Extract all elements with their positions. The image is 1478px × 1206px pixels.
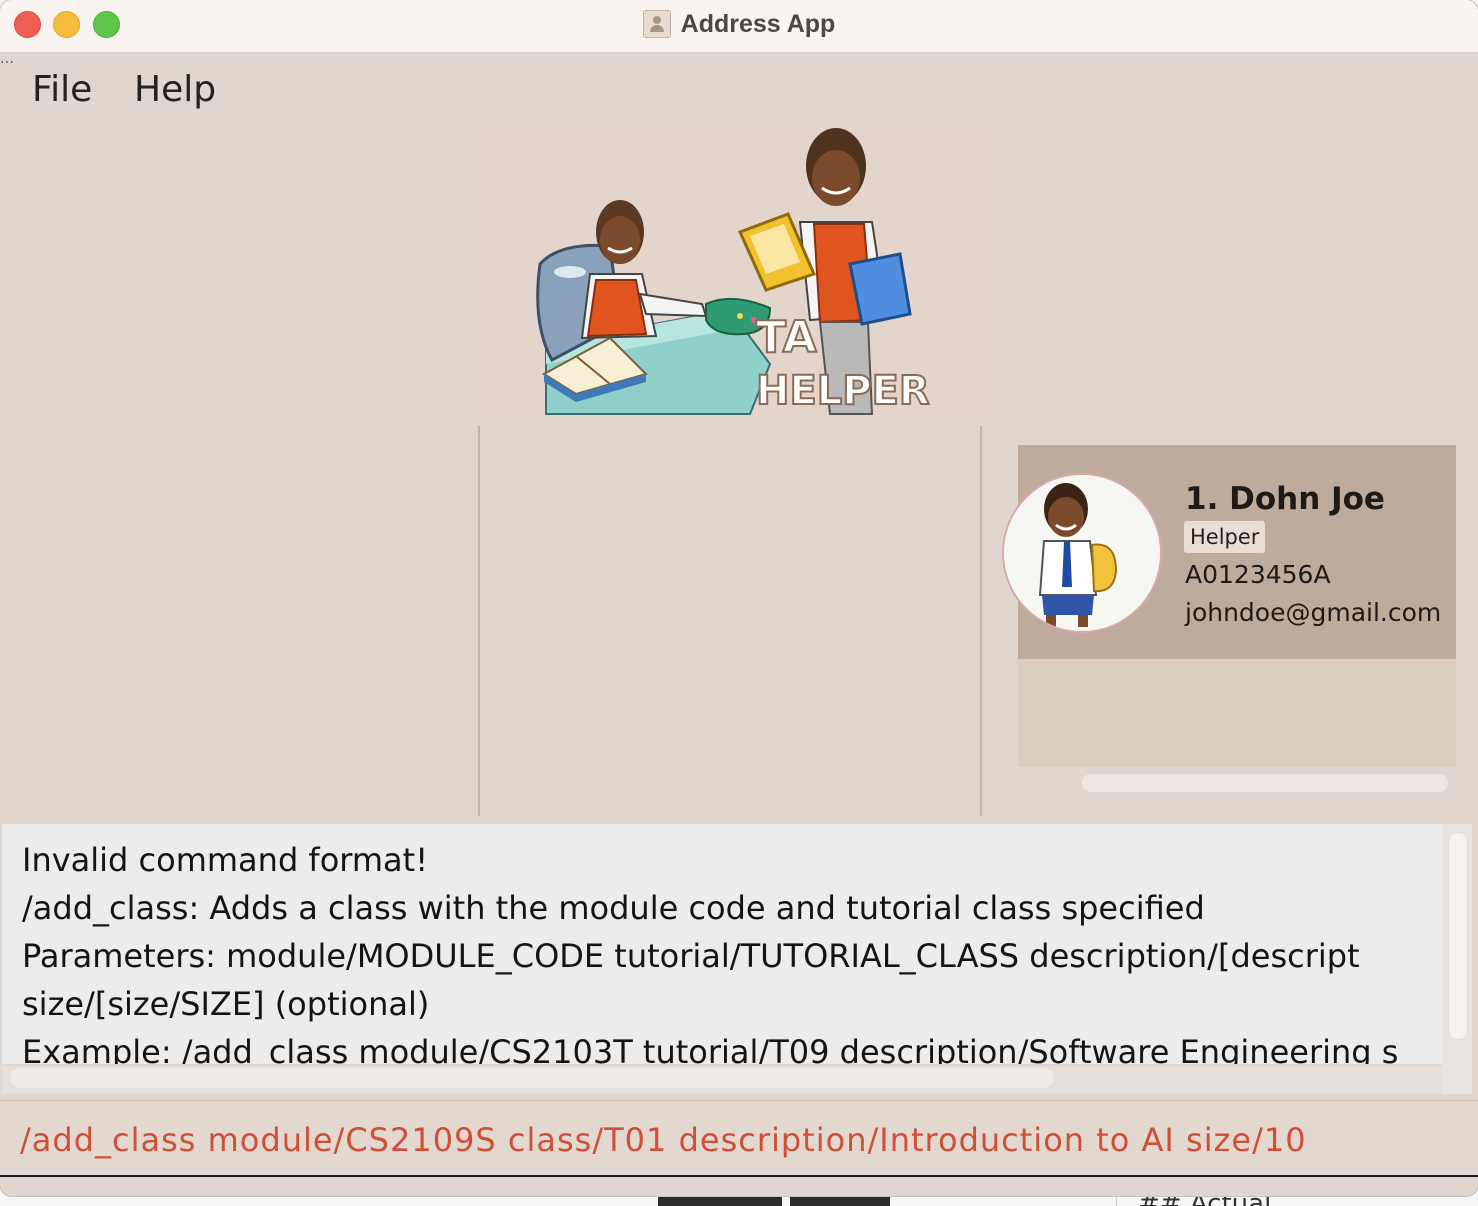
person-list-panel: 1. Dohn Joe Helper A0123456A johndoe@gma… [1002,445,1456,767]
logo-text-ta: TA [756,312,817,363]
menu-overflow-icon: … [0,51,14,67]
panel-divider[interactable] [478,426,480,816]
title-bar: Address App [0,0,1478,53]
person-list-horizontal-scrollbar[interactable] [1082,774,1448,792]
person-card[interactable]: 1. Dohn Joe Helper A0123456A johndoe@gma… [1002,445,1456,659]
result-text: Invalid command format! /add_class: Adds… [22,836,1442,1064]
panel-divider[interactable] [980,426,982,816]
app-window: Address App … File Help TA HELPER 1. Doh… [0,0,1478,1196]
title-wrap: Address App [0,0,1478,48]
person-avatar-image [1004,475,1160,631]
result-line: /add_class: Adds a class with the module… [22,889,1205,927]
logo-text-helper: HELPER [756,368,930,414]
ta-helper-logo-illustration: TA HELPER [536,128,931,415]
command-box [0,1100,1478,1177]
avatar [1002,473,1162,633]
result-line: size/[size/SIZE] (optional) [22,985,430,1023]
person-email: johndoe@gmail.com [1185,598,1442,627]
result-horizontal-scrollbar[interactable] [10,1068,1054,1088]
ta-helper-banner: TA HELPER [470,124,1002,416]
person-name: 1. Dohn Joe [1185,481,1385,517]
address-book-icon [642,10,671,38]
window-title: Address App [680,9,836,38]
result-vertical-scrollbar[interactable] [1448,832,1468,1040]
person-student-id: A0123456A [1185,560,1331,589]
background-window-strip [658,1196,782,1206]
result-display: Invalid command format! /add_class: Adds… [2,824,1442,1064]
result-line: Invalid command format! [22,841,429,879]
command-input[interactable] [20,1115,1460,1165]
menu-file[interactable]: File [32,66,92,114]
person-tag: Helper [1184,521,1266,553]
result-line: Example: /add_class module/CS2103T tutor… [22,1033,1399,1064]
result-line: Parameters: module/MODULE_CODE tutorial/… [22,937,1360,975]
menu-help[interactable]: Help [134,66,216,114]
background-window-strip [790,1196,890,1206]
